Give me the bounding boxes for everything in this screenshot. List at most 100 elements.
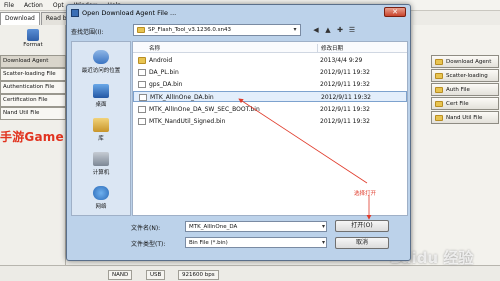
auth-file-button[interactable]: Auth File [431, 83, 499, 96]
place-network-label: 网络 [95, 204, 107, 210]
file-date: 2012/9/11 19:32 [321, 94, 371, 101]
nand-util-file-label: Nand Util File [446, 114, 483, 121]
lookin-label: 查找范围(I): [71, 28, 104, 36]
file-name: MTK_NandUtil_Signed.bin [149, 118, 226, 125]
download-agent-button[interactable]: Download Agent [431, 55, 499, 68]
filetype-label: 文件类型(T): [131, 241, 166, 248]
place-library-label: 库 [98, 136, 104, 142]
row-scatter-loading[interactable]: Scatter-loading File [0, 68, 66, 81]
nand-util-file-button[interactable]: Nand Util File [431, 111, 499, 124]
annotation-select-open: 选择打开 [354, 191, 377, 197]
lookin-select[interactable]: SP_Flash_Tool_v3.1236.0.sn43 ▾ [133, 24, 301, 36]
library-icon [93, 118, 109, 132]
brand-watermark: 手游Game [0, 130, 64, 144]
view-menu-icon[interactable]: ☰ [347, 25, 357, 35]
folder-icon [435, 58, 443, 65]
menu-action[interactable]: Action [24, 2, 43, 9]
row-certification[interactable]: Certification File [0, 94, 66, 107]
file-date: 2012/9/11 19:32 [320, 106, 370, 113]
place-library[interactable]: 库 [72, 118, 130, 142]
status-port: USB [146, 270, 166, 280]
file-date: 2012/9/11 19:32 [320, 69, 370, 76]
list-item[interactable]: Android 2013/4/4 9:29 [133, 55, 407, 66]
tab-download[interactable]: Download [0, 12, 40, 25]
file-icon [138, 69, 146, 76]
left-panel: Format Download Agent Scatter-loading Fi… [0, 25, 66, 265]
cert-file-button[interactable]: Cert File [431, 97, 499, 110]
up-folder-icon[interactable]: ▲ [323, 25, 333, 35]
open-button[interactable]: 打开(O) [335, 220, 389, 232]
dialog-title: Open Download Agent File ... [82, 8, 177, 17]
file-name: MTK_AllInOne_DA_SW_SEC_BOOT.bin [149, 106, 260, 113]
list-item[interactable]: MTK_AllInOne_DA_SW_SEC_BOOT.bin 2012/9/1… [133, 104, 407, 115]
place-computer-label: 计算机 [92, 170, 110, 176]
place-recent-label: 最近访问的位置 [81, 68, 121, 74]
format-icon [27, 29, 39, 41]
status-storage: NAND [108, 270, 133, 280]
file-date: 2012/9/11 19:32 [320, 81, 370, 88]
open-file-dialog: Open Download Agent File ... ✕ 查找范围(I): … [66, 4, 411, 261]
list-item[interactable]: MTK_NandUtil_Signed.bin 2012/9/11 19:32 [133, 116, 407, 127]
dialog-titlebar[interactable]: Open Download Agent File ... [67, 5, 410, 20]
filename-input[interactable]: MTK_AllInOne_DA ▾ [185, 221, 327, 232]
column-date[interactable]: 修改日期 [317, 44, 343, 53]
row-authentication[interactable]: Authentication File [0, 81, 66, 94]
list-item[interactable]: DA_PL.bin 2012/9/11 19:32 [133, 67, 407, 78]
file-date: 2013/4/4 9:29 [320, 57, 363, 64]
folder-icon [435, 72, 443, 79]
folder-icon [435, 114, 443, 121]
folder-icon [138, 57, 146, 64]
file-date: 2012/9/11 19:32 [320, 118, 370, 125]
chevron-down-icon[interactable]: ▾ [322, 223, 325, 230]
nav-buttons: ◀ ▲ ✚ ☰ [311, 25, 357, 35]
download-agent-label: Download Agent [446, 58, 492, 65]
folder-icon [435, 86, 443, 93]
recent-places-icon [93, 50, 109, 64]
chevron-down-icon: ▾ [321, 239, 325, 246]
filename-value: MTK_AllInOne_DA [189, 224, 238, 230]
place-computer[interactable]: 计算机 [72, 152, 130, 176]
lookin-row: 查找范围(I): SP_Flash_Tool_v3.1236.0.sn43 ▾ … [71, 24, 408, 38]
place-desktop[interactable]: 桌面 [72, 84, 130, 108]
status-baud: 921600 bps [178, 270, 219, 280]
main-tabs: Download Read ba [0, 12, 76, 25]
new-folder-icon[interactable]: ✚ [335, 25, 345, 35]
file-name: MTK_AllInOne_DA.bin [150, 94, 214, 101]
file-icon [138, 106, 146, 113]
folder-icon [137, 27, 145, 33]
close-button[interactable]: ✕ [384, 7, 406, 17]
network-icon [93, 186, 109, 200]
scatter-loading-label: Scatter-loading [446, 72, 488, 79]
place-network[interactable]: 网络 [72, 186, 130, 210]
filetype-value: Bin File (*.bin) [189, 240, 228, 246]
back-icon[interactable]: ◀ [311, 25, 321, 35]
row-nand-util[interactable]: Nand Util File [0, 107, 66, 120]
cert-file-label: Cert File [446, 100, 469, 107]
format-label: Format [23, 42, 43, 48]
folder-icon [435, 100, 443, 107]
scatter-loading-button[interactable]: Scatter-loading [431, 69, 499, 82]
desktop-icon [93, 84, 109, 98]
lookin-value: SP_Flash_Tool_v3.1236.0.sn43 [148, 27, 231, 33]
file-name: Android [149, 57, 173, 64]
cancel-button[interactable]: 取消 [335, 237, 389, 249]
computer-icon [93, 152, 109, 166]
app-icon [71, 8, 79, 17]
file-icon [138, 81, 146, 88]
file-icon [138, 118, 146, 125]
file-list-header: 名称 修改日期 [133, 42, 407, 53]
row-download-agent[interactable]: Download Agent [0, 55, 66, 68]
filename-label: 文件名(N): [131, 225, 161, 232]
format-button[interactable]: Format [13, 29, 53, 51]
filetype-select[interactable]: Bin File (*.bin) ▾ [185, 237, 327, 248]
menu-options[interactable]: Opt [53, 2, 64, 9]
file-icon [139, 94, 147, 101]
auth-file-label: Auth File [446, 86, 470, 93]
chevron-down-icon: ▾ [293, 26, 297, 33]
menu-file[interactable]: File [4, 2, 14, 9]
file-name: DA_PL.bin [149, 69, 179, 76]
list-item[interactable]: gps_DA.bin 2012/9/11 19:32 [133, 79, 407, 90]
column-name[interactable]: 名称 [149, 44, 160, 52]
place-recent[interactable]: 最近访问的位置 [72, 50, 130, 74]
list-item-selected[interactable]: MTK_AllInOne_DA.bin 2012/9/11 19:32 [133, 91, 407, 102]
